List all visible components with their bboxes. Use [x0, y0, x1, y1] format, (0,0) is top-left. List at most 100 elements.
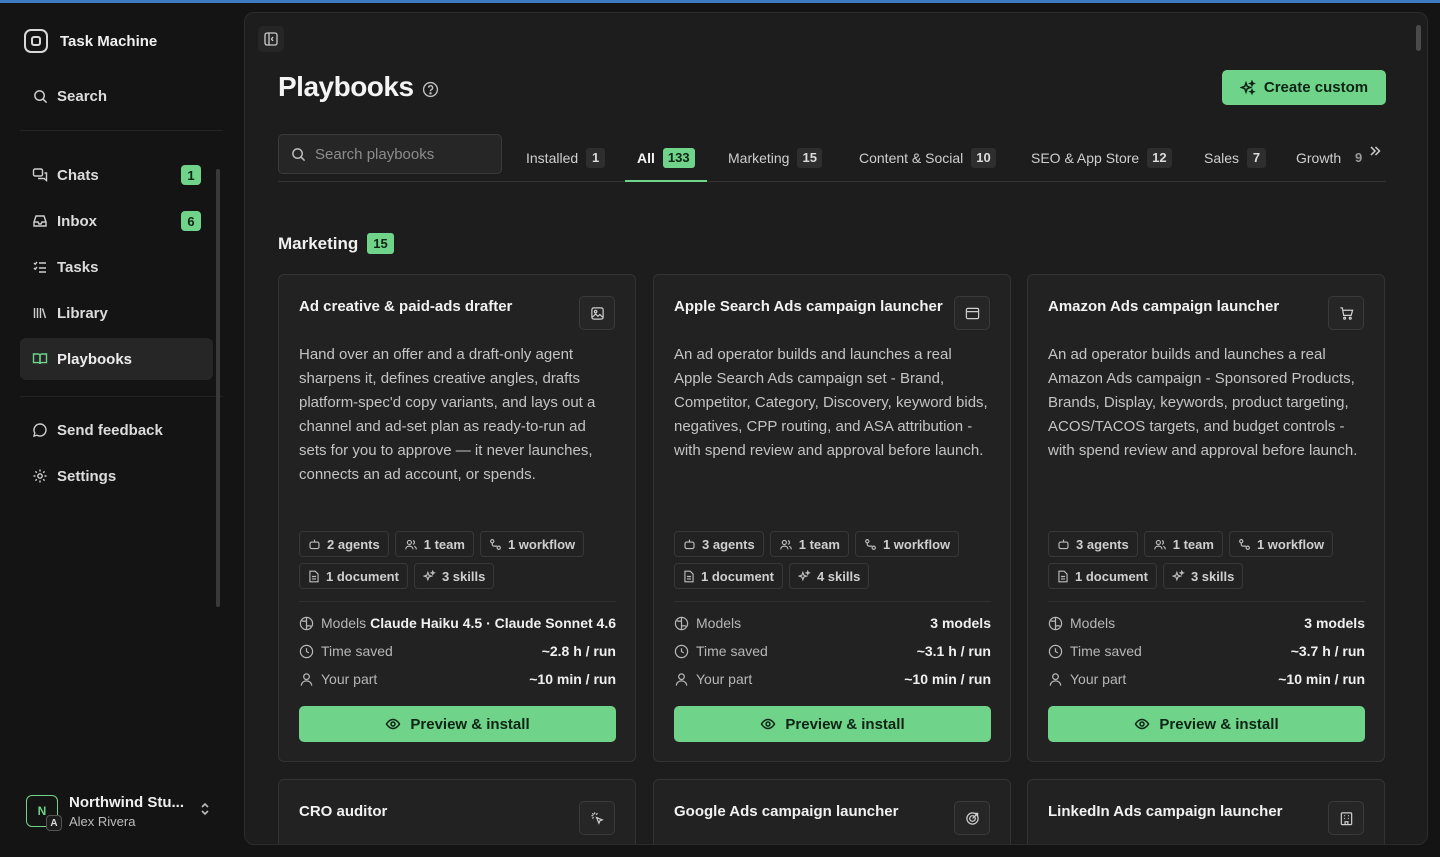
image-icon [579, 296, 615, 330]
main-panel: Playbooks Create custom Installed 1 All 13… [244, 12, 1428, 845]
stat-label: Time saved [696, 643, 768, 659]
create-custom-button[interactable]: Create custom [1222, 70, 1386, 105]
inbox-icon [32, 213, 48, 229]
stat-value: ~3.7 h / run [1290, 643, 1365, 659]
help-icon[interactable] [422, 81, 439, 98]
document-chip: 1 document [1048, 563, 1157, 589]
sidebar-item-tasks[interactable]: Tasks [20, 246, 213, 288]
app-logo-icon [24, 29, 48, 53]
workspace-switcher[interactable]: N A Northwind Stu... Alex Rivera [26, 789, 226, 833]
stat-value: ~10 min / run [1278, 671, 1365, 687]
card-description: An ad operator builds and launches a rea… [674, 346, 988, 459]
team-chip: 1 team [1143, 531, 1223, 557]
tab-content-social[interactable]: Content & Social 10 [847, 134, 1008, 181]
document-chip: 1 document [299, 563, 408, 589]
search-input[interactable] [315, 145, 495, 163]
search-icon [292, 147, 306, 161]
eye-icon [1135, 718, 1150, 730]
chip-label: 4 skills [816, 568, 861, 584]
stat-label: Models [321, 615, 367, 631]
tab-growth[interactable]: Growth 9 [1284, 134, 1380, 181]
user-avatar: A [46, 815, 62, 831]
tab-label: Marketing [728, 149, 790, 166]
agents-chip: 3 agents [1048, 531, 1138, 557]
sidebar-item-label: Tasks [57, 258, 99, 276]
sidebar-search-label: Search [57, 87, 108, 105]
document-chip: 1 document [674, 563, 783, 589]
tab-count: 133 [662, 147, 695, 168]
chip-label: 1 team [423, 536, 465, 552]
target-icon [954, 801, 990, 835]
playbooks-icon [32, 351, 48, 367]
card-title: Amazon Ads campaign launcher [1048, 298, 1280, 315]
send-feedback-button[interactable]: Send feedback [20, 409, 213, 451]
card-description: An ad operator builds and launches a rea… [1048, 346, 1358, 459]
clock-icon [1048, 644, 1064, 659]
sidebar-item-label: Chats [57, 166, 99, 184]
toggle-sidebar-button[interactable] [258, 26, 284, 52]
search-playbooks[interactable] [278, 134, 502, 174]
users-icon [1153, 539, 1166, 549]
tab-marketing[interactable]: Marketing 15 [716, 134, 834, 181]
workflow-icon [865, 538, 876, 550]
sidebar-item-playbooks[interactable]: Playbooks [20, 338, 213, 380]
tab-seo-app-store[interactable]: SEO & App Store 12 [1019, 134, 1184, 181]
playbook-card[interactable]: Amazon Ads campaign launcher An ad opera… [1027, 274, 1385, 762]
tab-count: 1 [586, 147, 606, 168]
stat-your-part: Your part ~10 min / run [1048, 669, 1365, 689]
stat-value: ~3.1 h / run [916, 643, 991, 659]
card-title: Apple Search Ads campaign launcher [674, 298, 943, 315]
chip-label: 3 agents [1076, 536, 1129, 552]
playbook-card[interactable]: LinkedIn Ads campaign launcher [1027, 779, 1385, 844]
search-icon [32, 88, 48, 104]
brand[interactable]: Task Machine [24, 29, 157, 53]
settings-button[interactable]: Settings [20, 455, 213, 497]
playbook-card[interactable]: Ad creative & paid-ads drafter Hand over… [278, 274, 636, 762]
preview-install-button[interactable]: Preview & install [299, 706, 616, 742]
chip-label: 1 document [326, 568, 399, 584]
agents-chip: 3 agents [674, 531, 764, 557]
playbook-card[interactable]: CRO auditor [278, 779, 636, 844]
users-icon [779, 539, 792, 549]
playbook-card[interactable]: Apple Search Ads campaign launcher An ad… [653, 274, 1011, 762]
tab-all[interactable]: All 133 [625, 134, 707, 182]
sidebar-toggle-icon [264, 32, 278, 46]
sidebar: Task Machine Search Chats 1 Inbox 6 Task… [0, 3, 232, 857]
tab-sales[interactable]: Sales 7 [1192, 134, 1278, 181]
sidebar-item-chats[interactable]: Chats 1 [20, 154, 213, 196]
sidebar-scrollbar[interactable] [216, 169, 220, 607]
chip-label: 3 skills [441, 568, 486, 584]
preview-install-button[interactable]: Preview & install [1048, 706, 1365, 742]
tab-label: Content & Social [859, 149, 964, 166]
stat-value: Claude Haiku 4.5 · Claude Sonnet 4.6 [370, 615, 616, 631]
playbook-card[interactable]: Google Ads campaign launcher [653, 779, 1011, 844]
tab-installed[interactable]: Installed 1 [514, 134, 617, 181]
preview-install-label: Preview & install [1159, 715, 1279, 733]
tabs-underline [278, 181, 1386, 182]
team-chip: 1 team [769, 531, 849, 557]
tab-label: SEO & App Store [1031, 149, 1140, 166]
sidebar-item-library[interactable]: Library [20, 292, 213, 334]
main-scrollbar[interactable] [1416, 25, 1421, 51]
divider [299, 601, 616, 602]
stat-your-part: Your part ~10 min / run [674, 669, 991, 689]
sidebar-search[interactable]: Search [20, 75, 213, 117]
preview-install-button[interactable]: Preview & install [674, 706, 991, 742]
stat-models: Models 3 models [1048, 613, 1365, 633]
card-title: LinkedIn Ads campaign launcher [1048, 803, 1283, 820]
stat-value: 3 models [930, 615, 991, 631]
workflow-chip: 1 workflow [479, 531, 585, 557]
eye-icon [761, 718, 776, 730]
stat-label: Models [1070, 615, 1116, 631]
stat-label: Your part [321, 671, 378, 687]
user-name: Alex Rivera [69, 813, 136, 829]
chip-label: 1 workflow [882, 536, 951, 552]
create-custom-label: Create custom [1263, 79, 1369, 96]
sidebar-item-inbox[interactable]: Inbox 6 [20, 200, 213, 242]
chevrons-right-icon[interactable] [1369, 144, 1381, 161]
divider [20, 396, 223, 397]
workflow-chip: 1 workflow [1228, 531, 1334, 557]
stat-label: Your part [696, 671, 753, 687]
robot-icon [1058, 539, 1069, 549]
chip-label: 1 workflow [1256, 536, 1325, 552]
